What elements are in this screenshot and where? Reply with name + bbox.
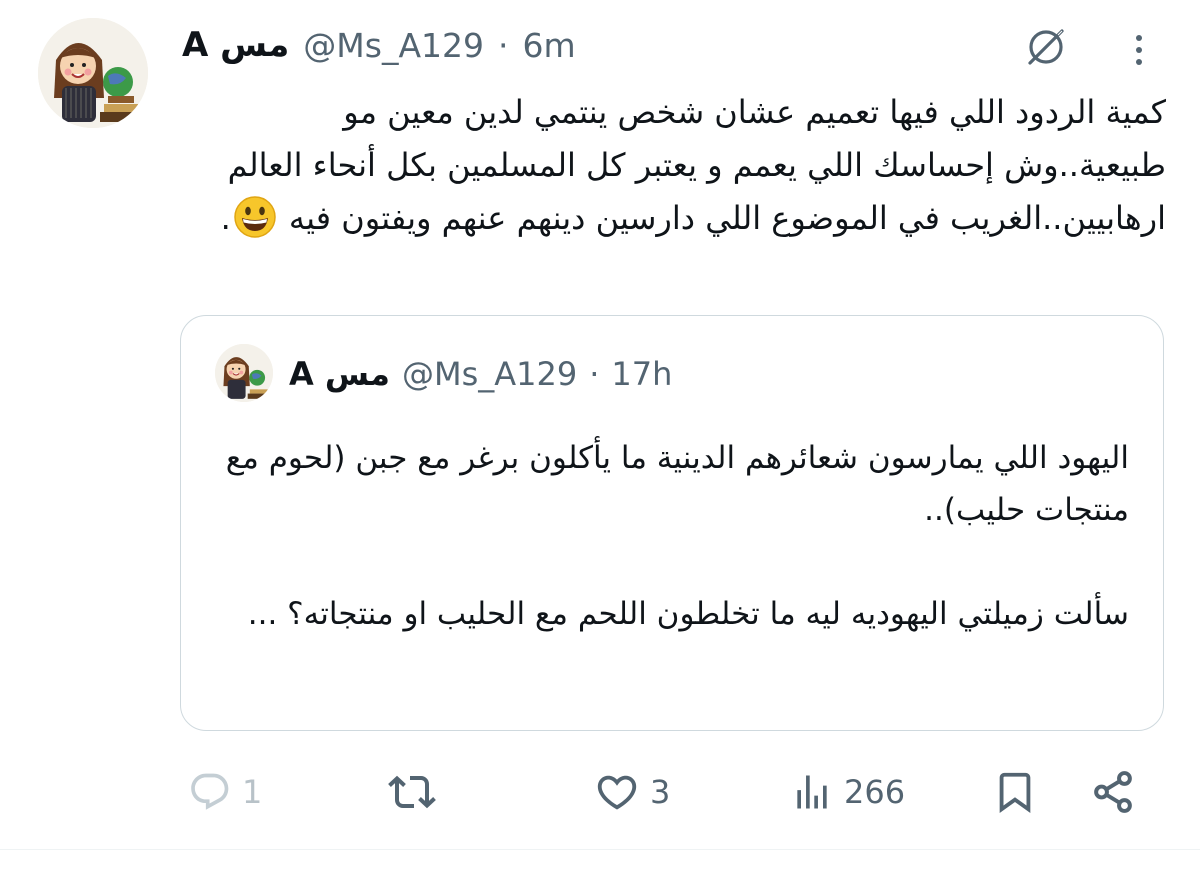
tweet-text: كمية الردود اللي فيها تعميم عشان شخص ينت…: [180, 86, 1166, 245]
separator-dot: ·: [498, 25, 509, 65]
share-button[interactable]: [1088, 758, 1138, 826]
views-button[interactable]: 266: [790, 758, 905, 826]
quoted-author-handle[interactable]: @Ms_A129: [402, 355, 577, 393]
like-count: 3: [650, 773, 671, 811]
retweet-icon: [388, 775, 436, 809]
avatar-illustration: [38, 18, 148, 128]
retweet-button[interactable]: [388, 758, 436, 826]
reply-icon: [191, 773, 229, 810]
quoted-author-name[interactable]: مس A: [289, 355, 390, 393]
like-button[interactable]: 3: [594, 758, 670, 826]
grinning-face-emoji: [233, 196, 276, 238]
tweet-body: كمية الردود اللي فيها تعميم عشان شخص ينت…: [227, 93, 1166, 237]
quoted-tweet-card[interactable]: مس A @Ms_A129 · 17h اليهود اللي يمارسون …: [180, 315, 1164, 731]
avatar-illustration: [215, 344, 273, 402]
reply-button[interactable]: 1: [188, 758, 262, 826]
tweet-time[interactable]: 6m: [523, 26, 576, 65]
bookmark-button[interactable]: [992, 758, 1038, 826]
grok-button[interactable]: [1021, 22, 1071, 72]
author-name[interactable]: مس A: [182, 25, 289, 65]
quoted-paragraph-1: اليهود اللي يمارسون شعائرهم الدينية ما ي…: [225, 440, 1129, 528]
quoted-tweet-time[interactable]: 17h: [611, 355, 672, 393]
quoted-tweet-header: مس A @Ms_A129 · 17h: [289, 351, 672, 397]
quoted-author-avatar[interactable]: [215, 344, 273, 402]
heart-icon: [597, 775, 637, 810]
share-icon: [1094, 771, 1132, 813]
more-vertical-icon: [1136, 35, 1142, 65]
quoted-tweet-text: اليهود اللي يمارسون شعائرهم الدينية ما ي…: [221, 432, 1129, 640]
tweet-header: مس A @Ms_A129 · 6m: [182, 22, 576, 68]
views-count: 266: [844, 773, 906, 811]
separator-dot: ·: [589, 355, 600, 393]
author-avatar[interactable]: [38, 18, 148, 128]
tweet-divider: [0, 849, 1200, 850]
tweet-body-end: .: [220, 199, 231, 237]
quoted-paragraph-2: سألت زميلتي اليهوديه ليه ما تخلطون اللحم…: [247, 596, 1129, 632]
more-button[interactable]: [1124, 30, 1154, 70]
reply-count: 1: [242, 773, 263, 811]
author-handle[interactable]: @Ms_A129: [303, 26, 484, 65]
views-icon: [797, 775, 827, 809]
tweet-action-bar: 1 3 266: [0, 758, 1200, 826]
bookmark-icon: [999, 772, 1031, 813]
grok-icon: [1028, 29, 1064, 65]
